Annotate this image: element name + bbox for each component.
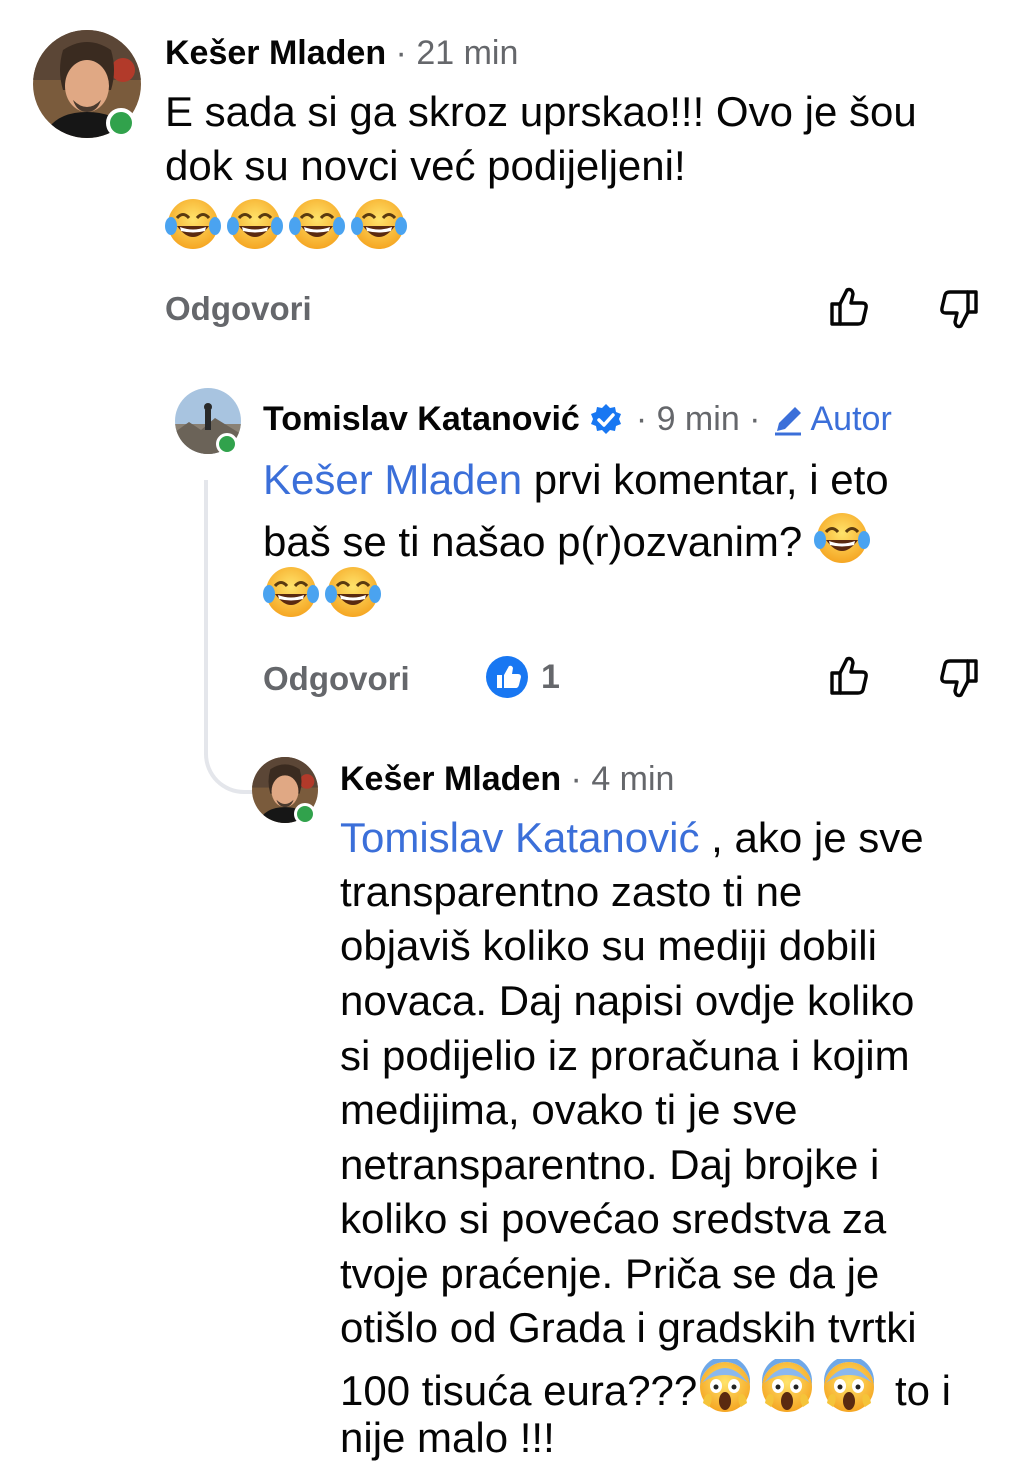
comment-text-line: dok su novci već podijeljeni!	[165, 142, 686, 189]
face-with-tears-of-joy-emoji	[325, 564, 381, 620]
online-status-dot	[216, 433, 238, 455]
comment-emoji-row	[165, 196, 413, 252]
thumbs-down-outline-icon[interactable]	[936, 286, 982, 332]
comment-body: E sada si ga skroz uprskao!!! Ovo je šou…	[165, 88, 1005, 248]
face-screaming-in-fear-emoji	[697, 1359, 753, 1415]
comment-text: prvi komentar, i eto	[522, 456, 889, 503]
pencil-icon	[774, 406, 801, 435]
online-status-dot	[294, 803, 316, 825]
face-with-tears-of-joy-emoji	[351, 196, 407, 252]
comment-text-line: otišlo od Grada i gradskih tvrtki	[340, 1304, 917, 1351]
reply-button[interactable]: Odgovori	[165, 290, 312, 328]
face-with-tears-of-joy-emoji	[263, 564, 319, 620]
comment-text-line: nije malo !!!	[340, 1414, 555, 1461]
mention-link[interactable]: Tomislav Katanović	[340, 814, 699, 861]
comment-text-line: novaca. Daj napisi ovdje koliko	[340, 977, 915, 1024]
comment-text: to i	[883, 1367, 951, 1414]
reply-button[interactable]: Odgovori	[263, 660, 410, 698]
comment-text-line: koliko si povećao sredstva za	[340, 1195, 887, 1242]
thumbs-up-outline-icon[interactable]	[826, 653, 872, 699]
comment-text-line: objaviš koliko su mediji dobili	[340, 922, 877, 969]
comment-time[interactable]: · 4 min	[571, 760, 675, 798]
face-with-tears-of-joy-emoji	[814, 510, 870, 566]
comment-text-line: E sada si ga skroz uprskao!!! Ovo je šou	[165, 88, 917, 135]
thread-connector-line	[204, 480, 254, 794]
comment-text-line: tvoje praćenje. Priča se da je	[340, 1250, 880, 1297]
face-screaming-in-fear-emoji	[759, 1359, 815, 1415]
comment-text-line: si podijelio iz proračuna i kojim	[340, 1032, 910, 1079]
reaction-summary[interactable]: 1	[485, 655, 560, 699]
like-reaction-icon	[486, 656, 528, 698]
author-badge: Autor	[810, 400, 892, 438]
thumbs-up-outline-icon[interactable]	[826, 284, 872, 330]
mention-link[interactable]: Kešer Mladen	[263, 456, 522, 503]
face-with-tears-of-joy-emoji	[227, 196, 283, 252]
comment-text-line: netransparentno. Daj brojke i	[340, 1141, 880, 1188]
comment-body: Tomislav Katanović , ako je sve transpar…	[340, 814, 1010, 1461]
comment-time[interactable]: · 9 min ·	[636, 400, 761, 439]
thumbs-down-outline-icon[interactable]	[936, 655, 982, 701]
comment-text-line: transparentno zasto ti ne	[340, 868, 803, 915]
comment-text: baš se ti našao p(r)ozvanim?	[263, 518, 803, 565]
face-with-tears-of-joy-emoji	[165, 196, 221, 252]
verified-badge-icon	[590, 403, 621, 434]
comment-time[interactable]: · 21 min	[396, 34, 519, 72]
comment-text-line: medijima, ovako ti je sve	[340, 1086, 798, 1133]
comment-body: Kešer Mladen prvi komentar, i eto baš se…	[263, 456, 983, 626]
comment-text: , ako je sve	[699, 814, 924, 861]
comment-author[interactable]: Tomislav Katanović	[263, 400, 580, 439]
comment-author[interactable]: Kešer Mladen	[340, 760, 561, 798]
face-with-tears-of-joy-emoji	[289, 196, 345, 252]
online-status-dot	[106, 108, 136, 138]
like-count: 1	[541, 657, 560, 696]
comment-text: 100 tisuća eura???	[340, 1367, 698, 1414]
comment-author[interactable]: Kešer Mladen	[165, 34, 386, 72]
face-screaming-in-fear-emoji	[821, 1359, 877, 1415]
